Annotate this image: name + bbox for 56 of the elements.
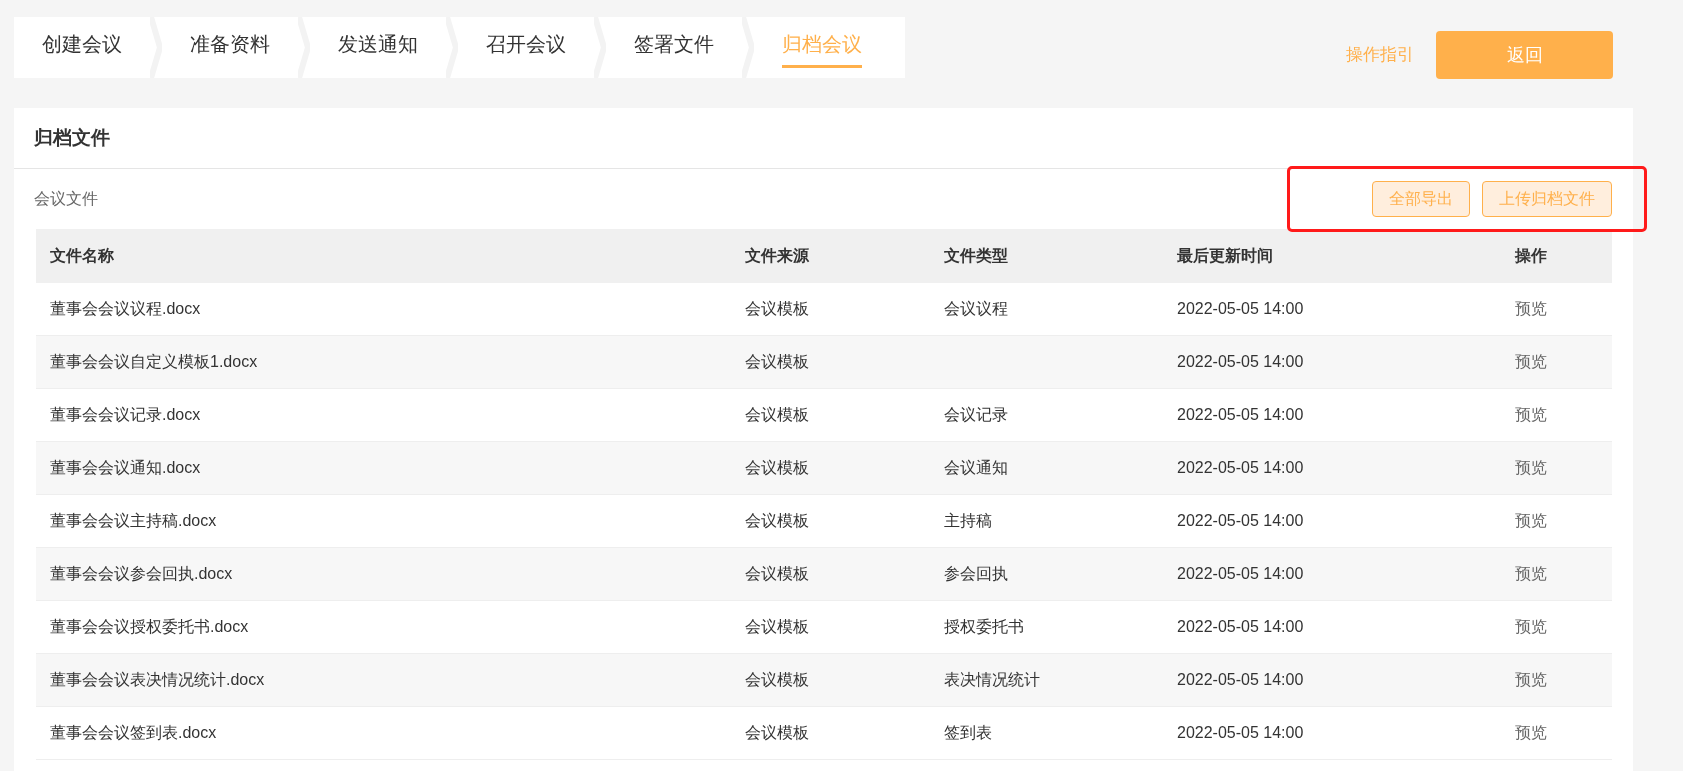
column-header: 操作 — [1515, 247, 1547, 264]
table-cell: 董事会会议通知.docx — [50, 459, 201, 476]
table-cell: 2022-05-05 14:00 — [1177, 618, 1304, 635]
table-cell: 会议议程 — [944, 300, 1008, 317]
table-cell: 会议模板 — [745, 565, 809, 582]
preview-link[interactable]: 预览 — [1515, 406, 1547, 423]
table-cell: 董事会会议签到表.docx — [50, 724, 217, 741]
preview-link[interactable]: 预览 — [1515, 724, 1547, 741]
step-tab[interactable]: 签署文件 — [634, 27, 714, 68]
table-cell: 董事会会议主持稿.docx — [50, 512, 217, 529]
table-cell: 董事会会议授权委托书.docx — [50, 618, 249, 635]
preview-link[interactable]: 预览 — [1515, 618, 1547, 635]
table-cell: 会议记录 — [944, 406, 1008, 423]
table-cell: 2022-05-05 14:00 — [1177, 565, 1304, 582]
table-cell: 会议模板 — [745, 724, 809, 741]
step-tab[interactable]: 创建会议 — [42, 27, 122, 68]
column-header: 文件来源 — [745, 247, 809, 264]
table-cell: 会议模板 — [745, 671, 809, 688]
table-cell: 参会回执 — [944, 565, 1008, 582]
table-cell: 会议模板 — [745, 512, 809, 529]
table-cell: 董事会会议记录.docx — [50, 406, 201, 423]
table-cell: 2022-05-05 14:00 — [1177, 671, 1304, 688]
table-cell: 2022-05-05 14:00 — [1177, 353, 1304, 370]
table-cell: 会议通知 — [944, 459, 1008, 476]
preview-link[interactable]: 预览 — [1515, 565, 1547, 582]
table-cell: 表决情况统计 — [944, 671, 1040, 688]
table-cell: 董事会会议自定义模板1.docx — [50, 353, 258, 370]
table-cell: 签到表 — [944, 724, 992, 741]
table-cell: 2022-05-05 14:00 — [1177, 406, 1304, 423]
table-cell: 2022-05-05 14:00 — [1177, 512, 1304, 529]
preview-link[interactable]: 预览 — [1515, 512, 1547, 529]
column-header: 文件类型 — [944, 247, 1008, 264]
table-cell: 会议模板 — [745, 406, 809, 423]
table-cell: 董事会会议议程.docx — [50, 300, 201, 317]
table-cell: 主持稿 — [944, 512, 992, 529]
preview-link[interactable]: 预览 — [1515, 671, 1547, 688]
preview-link[interactable]: 预览 — [1515, 459, 1547, 476]
table-cell: 2022-05-05 14:00 — [1177, 300, 1304, 317]
step-tab[interactable]: 准备资料 — [190, 27, 270, 68]
preview-link[interactable]: 预览 — [1515, 353, 1547, 370]
step-tab[interactable]: 召开会议 — [486, 27, 566, 68]
table-cell: 董事会会议表决情况统计.docx — [50, 671, 265, 688]
table-cell: 会议模板 — [745, 618, 809, 635]
table-cell: 会议模板 — [745, 459, 809, 476]
column-header: 最后更新时间 — [1177, 247, 1273, 264]
column-header: 文件名称 — [50, 247, 114, 264]
card-title: 归档文件 — [34, 125, 110, 150]
preview-link[interactable]: 预览 — [1515, 300, 1547, 317]
section-label: 会议文件 — [34, 189, 98, 209]
table-cell: 会议模板 — [745, 300, 809, 317]
table-cell: 2022-05-05 14:00 — [1177, 459, 1304, 476]
table-cell: 2022-05-05 14:00 — [1177, 724, 1304, 741]
table-cell: 授权委托书 — [944, 618, 1024, 635]
table-cell: 董事会会议参会回执.docx — [50, 565, 233, 582]
table-cell: 会议模板 — [745, 353, 809, 370]
step-tab[interactable]: 发送通知 — [338, 27, 418, 68]
